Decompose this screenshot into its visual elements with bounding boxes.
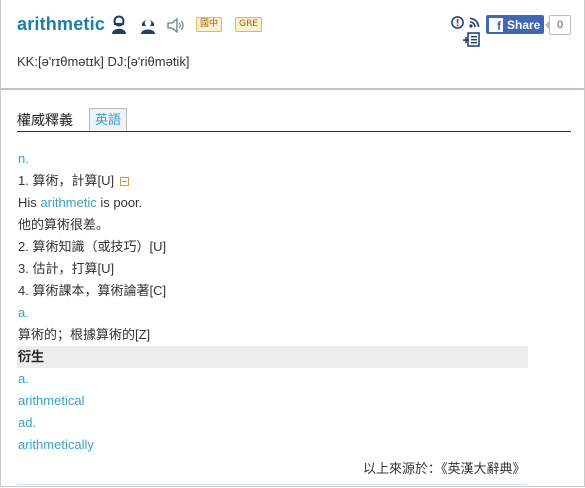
speaker-icon[interactable] bbox=[167, 17, 186, 34]
share-count: 0 bbox=[545, 15, 571, 35]
tab-authority-definitions[interactable]: 權威釋義 bbox=[17, 110, 73, 130]
derivative-pos: a. bbox=[18, 371, 29, 386]
definition-item: 2. 算術知識（或技巧）[U] bbox=[18, 239, 167, 254]
bookmark-add-icon[interactable] bbox=[463, 32, 480, 47]
divider bbox=[17, 484, 527, 485]
example-text-pre: His bbox=[18, 195, 41, 210]
pos-noun: n. bbox=[18, 151, 29, 166]
level-badge-junior: 國中 bbox=[196, 17, 223, 32]
female-voice-icon[interactable] bbox=[138, 15, 158, 35]
pos-adjective: a. bbox=[18, 305, 29, 320]
example-sentence: His arithmetic is poor. bbox=[18, 192, 528, 214]
example-text-post: is poor. bbox=[96, 195, 143, 210]
pronunciation: KK:[ə'rɪθmətɪk] DJ:[ə'riθmətik] bbox=[17, 54, 190, 69]
report-icon[interactable] bbox=[451, 16, 464, 29]
definition-item: 4. 算術課本，算術論著[C] bbox=[18, 283, 167, 298]
derivative-link[interactable]: arithmetically bbox=[18, 434, 528, 456]
share-label: Share bbox=[507, 17, 541, 32]
definition-list: n. 1. 算術，計算[U] His arithmetic is poor. 他… bbox=[17, 148, 528, 456]
rss-icon[interactable] bbox=[469, 17, 480, 28]
definition-item: 算術的；根據算術的[Z] bbox=[18, 327, 151, 342]
collapse-icon[interactable] bbox=[120, 177, 130, 186]
derivatives-header: 衍生 bbox=[17, 346, 528, 368]
dictionary-panel: arithmetic 國中 GRE KK:[ə'rɪθmətɪk] DJ:[ə'… bbox=[0, 0, 585, 487]
source-attribution: 以上來源於：《英漢大辭典》 bbox=[363, 461, 526, 476]
example-translation: 他的算術很差。 bbox=[18, 217, 110, 232]
level-badge-gre: GRE bbox=[235, 17, 262, 32]
facebook-share-button[interactable]: f Share bbox=[486, 15, 544, 34]
male-voice-icon[interactable] bbox=[109, 15, 129, 35]
facebook-icon: f bbox=[489, 17, 503, 32]
derivative-pos: ad. bbox=[18, 415, 37, 430]
definition-item: 1. 算術，計算[U] bbox=[18, 170, 528, 192]
example-keyword-link[interactable]: arithmetic bbox=[40, 195, 96, 210]
definition-tabs: 權威釋義 英語 bbox=[17, 108, 571, 132]
definition-item: 3. 估計，打算[U] bbox=[18, 261, 115, 276]
headword: arithmetic bbox=[17, 14, 106, 34]
tab-english[interactable]: 英語 bbox=[89, 108, 128, 131]
definition-text: 1. 算術，計算[U] bbox=[18, 173, 115, 188]
derivative-link[interactable]: arithmetical bbox=[18, 390, 528, 412]
word-header: arithmetic 國中 GRE KK:[ə'rɪθmətɪk] DJ:[ə'… bbox=[1, 0, 584, 90]
